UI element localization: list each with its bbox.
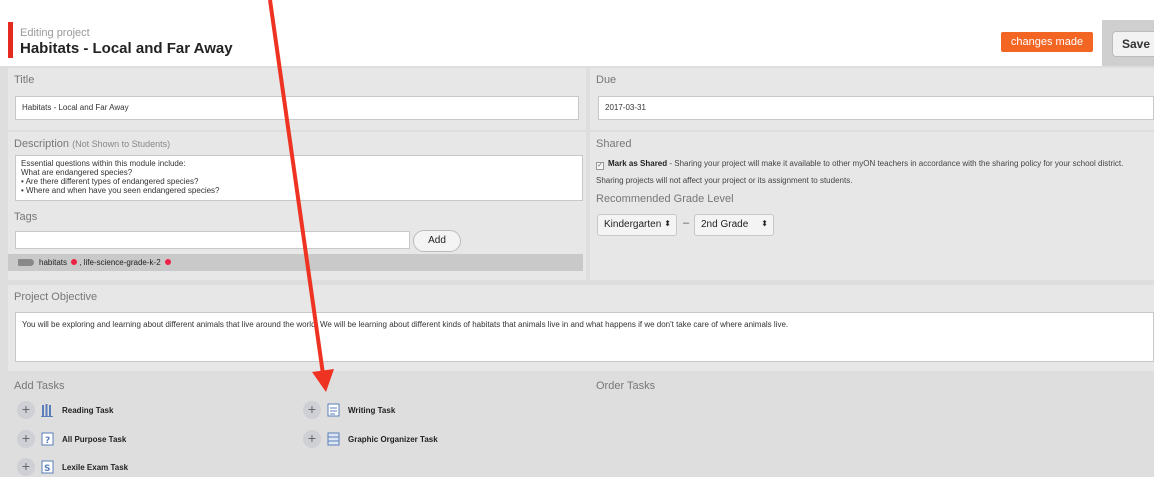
add-reading-task[interactable]: + Reading Task	[17, 399, 113, 421]
shared-checkbox-row: ✓ Mark as Shared - Sharing your project w…	[596, 155, 1151, 189]
title-label: Title	[14, 74, 35, 86]
grade-to-select[interactable]: 2nd Grade ⬍	[694, 214, 774, 236]
project-title: Habitats - Local and Far Away	[20, 40, 233, 57]
shared-label: Shared	[596, 138, 632, 150]
description-label-text: Description	[14, 138, 70, 150]
description-label: Description (Not Shown to Students)	[14, 138, 170, 150]
save-area: Save	[1102, 20, 1154, 66]
header-subtitle: Editing project	[20, 27, 90, 39]
plus-icon[interactable]: +	[17, 401, 35, 419]
plus-icon[interactable]: +	[17, 430, 35, 448]
exam-icon: S	[41, 460, 54, 474]
svg-text:?: ?	[45, 436, 50, 446]
grade-level-label: Recommended Grade Level	[596, 193, 734, 205]
plus-icon[interactable]: +	[17, 458, 35, 476]
description-line: • Where and when have you seen endangere…	[21, 186, 220, 195]
notepad-icon	[327, 403, 340, 417]
due-label: Due	[596, 74, 617, 86]
task-label: Lexile Exam Task	[62, 462, 129, 472]
save-button[interactable]: Save	[1112, 31, 1154, 57]
task-label: Graphic Organizer Task	[348, 434, 438, 444]
objective-label: Project Objective	[14, 291, 98, 303]
add-tag-button[interactable]: Add	[413, 230, 461, 252]
grade-to-value: 2nd Grade	[701, 219, 749, 230]
header-accent-bar	[8, 22, 13, 58]
shared-checkbox-text: - Sharing your project will make it avai…	[596, 159, 1124, 185]
description-line: What are endangered species?	[21, 168, 133, 177]
changes-made-badge: changes made	[1001, 32, 1093, 52]
due-date-input[interactable]: 2017-03-31	[598, 96, 1154, 120]
grade-from-value: Kindergarten	[604, 219, 662, 230]
title-input[interactable]: Habitats - Local and Far Away	[15, 96, 579, 120]
tag-item: life-science-grade-k-2	[83, 258, 161, 267]
description-line: Essential questions within this module i…	[21, 159, 186, 168]
books-icon	[41, 404, 53, 417]
svg-text:S: S	[44, 464, 50, 474]
shared-checkbox[interactable]: ✓	[596, 162, 604, 170]
task-label: Reading Task	[62, 405, 114, 415]
add-lexile-exam-task[interactable]: + S Lexile Exam Task	[17, 456, 128, 477]
tag-list: habitats , life-science-grade-k-2	[8, 254, 583, 271]
task-label: All Purpose Task	[62, 434, 127, 444]
tag-separator: ,	[79, 258, 82, 267]
tag-item: habitats	[39, 258, 68, 267]
add-writing-task[interactable]: + Writing Task	[303, 399, 395, 421]
add-tasks-label: Add Tasks	[14, 380, 65, 392]
task-label: Writing Task	[348, 405, 396, 415]
remove-tag-icon[interactable]	[164, 259, 171, 265]
grade-range-separator: –	[683, 217, 690, 229]
tags-input[interactable]	[15, 231, 410, 249]
select-arrows-icon: ⬍	[761, 219, 768, 228]
question-doc-icon: ?	[41, 432, 54, 446]
description-textarea[interactable]: Essential questions within this module i…	[15, 155, 583, 201]
plus-icon[interactable]: +	[303, 401, 321, 419]
grade-from-select[interactable]: Kindergarten ⬍	[597, 214, 677, 236]
add-graphic-organizer-task[interactable]: + Graphic Organizer Task	[303, 428, 438, 450]
order-tasks-label: Order Tasks	[596, 380, 656, 392]
shared-checkbox-title: Mark as Shared	[608, 159, 668, 168]
description-note: (Not Shown to Students)	[72, 139, 171, 149]
header: Editing project Habitats - Local and Far…	[0, 0, 1154, 66]
list-grid-icon	[327, 432, 340, 446]
plus-icon[interactable]: +	[303, 430, 321, 448]
tags-label: Tags	[14, 211, 38, 223]
objective-textarea[interactable]: You will be exploring and learning about…	[15, 312, 1154, 362]
select-arrows-icon: ⬍	[664, 219, 671, 228]
add-all-purpose-task[interactable]: + ? All Purpose Task	[17, 428, 126, 450]
description-line: • Are there different types of endangere…	[21, 177, 199, 186]
tag-icon	[18, 259, 34, 266]
remove-tag-icon[interactable]	[71, 259, 78, 265]
